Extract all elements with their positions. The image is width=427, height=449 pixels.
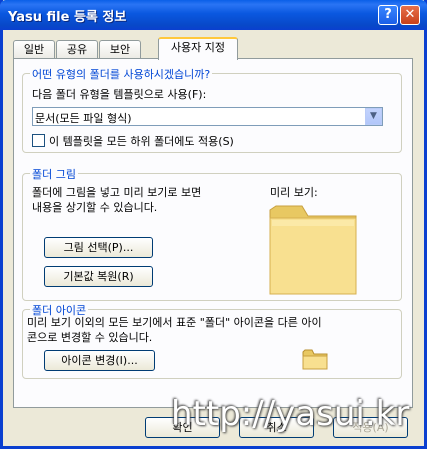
template-select[interactable]: 문서(모든 파일 형식) ▼ — [32, 107, 383, 126]
folder-icon — [302, 349, 328, 370]
chevron-down-icon[interactable]: ▼ — [365, 108, 382, 125]
folder-type-group: 어떤 유형의 폴더를 사용하시겠습니까? 다음 폴더 유형을 템플릿으로 사용(… — [22, 66, 402, 153]
template-label: 다음 폴더 유형을 템플릿으로 사용(F): — [32, 88, 207, 101]
folder-type-legend: 어떤 유형의 폴더를 사용하시겠습니까? — [30, 66, 213, 82]
watermark: http://yasui.kr — [171, 394, 410, 434]
customize-panel: 어떤 유형의 폴더를 사용하시겠습니까? 다음 폴더 유형을 템플릿으로 사용(… — [13, 58, 413, 408]
choose-picture-button[interactable]: 그림 선택(P)... — [44, 237, 153, 258]
folder-picture-legend: 폴더 그림 — [30, 166, 78, 182]
icon-description-line2: 콘으로 변경할 수 있습니다. — [27, 331, 153, 344]
help-button[interactable]: ? — [378, 5, 398, 25]
icon-description-line1: 미리 보기 이외의 모든 보기에서 표준 "폴더" 아이콘을 다른 아이 — [27, 316, 322, 329]
tab-security[interactable]: 보안 — [99, 40, 141, 58]
tab-sharing[interactable]: 공유 — [56, 40, 98, 58]
properties-window: Yasu file 등록 정보 ? ✕ 일반 공유 보안 사용자 지정 어떤 유… — [0, 0, 427, 449]
picture-description-line2: 내용을 상기할 수 있습니다. — [32, 201, 158, 214]
restore-default-button[interactable]: 기본값 복원(R) — [44, 266, 153, 287]
template-select-value: 문서(모든 파일 형식) — [35, 112, 132, 125]
title-bar[interactable]: Yasu file 등록 정보 ? ✕ — [0, 0, 427, 30]
tab-customize[interactable]: 사용자 지정 — [158, 37, 238, 60]
close-button[interactable]: ✕ — [400, 5, 420, 25]
tab-general[interactable]: 일반 — [13, 40, 55, 58]
close-icon: ✕ — [404, 7, 416, 22]
folder-picture-group: 폴더 그림 폴더에 그림을 넣고 미리 보기로 보면 내용을 상기할 수 있습니… — [22, 166, 402, 301]
folder-preview-icon — [269, 205, 357, 295]
apply-subfolders-label[interactable]: 이 템플릿을 모든 하위 폴더에도 적용(S) — [49, 133, 234, 149]
help-icon: ? — [384, 7, 392, 22]
apply-subfolders-checkbox[interactable] — [32, 134, 45, 147]
change-icon-button[interactable]: 아이콘 변경(I)... — [44, 350, 155, 371]
preview-label: 미리 보기: — [270, 186, 318, 199]
folder-icon-group: 폴더 아이콘 미리 보기 이외의 모든 보기에서 표준 "폴더" 아이콘을 다른… — [22, 302, 402, 379]
window-title: Yasu file 등록 정보 — [8, 10, 127, 25]
picture-description-line1: 폴더에 그림을 넣고 미리 보기로 보면 — [32, 186, 202, 199]
